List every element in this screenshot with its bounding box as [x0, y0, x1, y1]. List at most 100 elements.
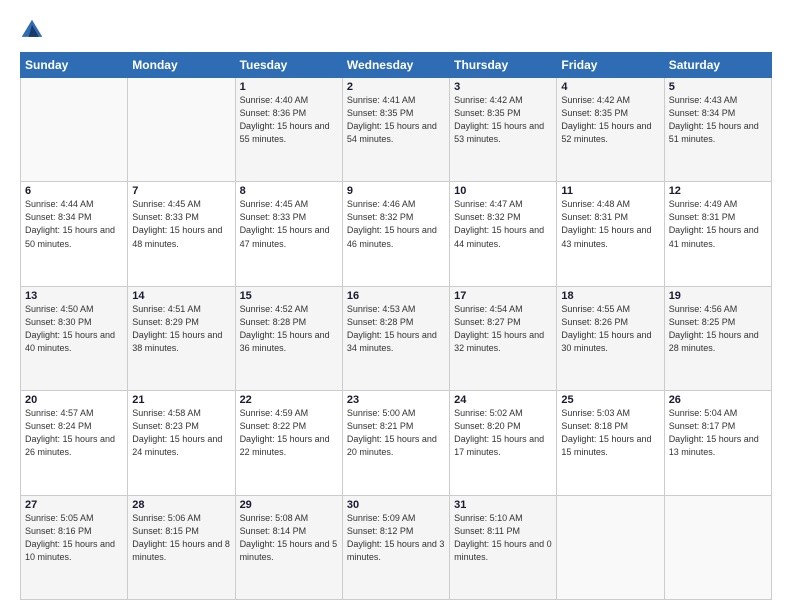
- day-info: Sunrise: 4:57 AMSunset: 8:24 PMDaylight:…: [25, 407, 123, 459]
- day-info: Sunrise: 5:09 AMSunset: 8:12 PMDaylight:…: [347, 512, 445, 564]
- day-info: Sunrise: 4:42 AMSunset: 8:35 PMDaylight:…: [561, 94, 659, 146]
- calendar-cell: 24Sunrise: 5:02 AMSunset: 8:20 PMDayligh…: [450, 391, 557, 495]
- day-info: Sunrise: 4:42 AMSunset: 8:35 PMDaylight:…: [454, 94, 552, 146]
- weekday-header-thursday: Thursday: [450, 53, 557, 78]
- calendar-week-4: 20Sunrise: 4:57 AMSunset: 8:24 PMDayligh…: [21, 391, 772, 495]
- calendar-week-3: 13Sunrise: 4:50 AMSunset: 8:30 PMDayligh…: [21, 286, 772, 390]
- logo-icon: [20, 18, 44, 42]
- day-info: Sunrise: 4:45 AMSunset: 8:33 PMDaylight:…: [132, 198, 230, 250]
- day-info: Sunrise: 4:44 AMSunset: 8:34 PMDaylight:…: [25, 198, 123, 250]
- day-info: Sunrise: 5:04 AMSunset: 8:17 PMDaylight:…: [669, 407, 767, 459]
- day-number: 6: [25, 185, 123, 197]
- header: [20, 18, 772, 42]
- calendar-cell: 21Sunrise: 4:58 AMSunset: 8:23 PMDayligh…: [128, 391, 235, 495]
- calendar-cell: 6Sunrise: 4:44 AMSunset: 8:34 PMDaylight…: [21, 182, 128, 286]
- calendar-cell: 9Sunrise: 4:46 AMSunset: 8:32 PMDaylight…: [342, 182, 449, 286]
- day-info: Sunrise: 4:58 AMSunset: 8:23 PMDaylight:…: [132, 407, 230, 459]
- day-number: 29: [240, 499, 338, 511]
- calendar-cell: 1Sunrise: 4:40 AMSunset: 8:36 PMDaylight…: [235, 78, 342, 182]
- calendar-cell: 31Sunrise: 5:10 AMSunset: 8:11 PMDayligh…: [450, 495, 557, 599]
- day-info: Sunrise: 4:46 AMSunset: 8:32 PMDaylight:…: [347, 198, 445, 250]
- day-info: Sunrise: 5:03 AMSunset: 8:18 PMDaylight:…: [561, 407, 659, 459]
- calendar-cell: 20Sunrise: 4:57 AMSunset: 8:24 PMDayligh…: [21, 391, 128, 495]
- calendar-cell: 22Sunrise: 4:59 AMSunset: 8:22 PMDayligh…: [235, 391, 342, 495]
- calendar-cell: 4Sunrise: 4:42 AMSunset: 8:35 PMDaylight…: [557, 78, 664, 182]
- day-info: Sunrise: 4:53 AMSunset: 8:28 PMDaylight:…: [347, 303, 445, 355]
- day-info: Sunrise: 4:51 AMSunset: 8:29 PMDaylight:…: [132, 303, 230, 355]
- day-number: 26: [669, 394, 767, 406]
- calendar-cell: [21, 78, 128, 182]
- day-number: 17: [454, 290, 552, 302]
- calendar-cell: 26Sunrise: 5:04 AMSunset: 8:17 PMDayligh…: [664, 391, 771, 495]
- weekday-header-saturday: Saturday: [664, 53, 771, 78]
- day-number: 30: [347, 499, 445, 511]
- day-number: 21: [132, 394, 230, 406]
- day-info: Sunrise: 4:43 AMSunset: 8:34 PMDaylight:…: [669, 94, 767, 146]
- calendar-page: SundayMondayTuesdayWednesdayThursdayFrid…: [0, 0, 792, 612]
- logo: [20, 18, 48, 42]
- calendar-cell: 10Sunrise: 4:47 AMSunset: 8:32 PMDayligh…: [450, 182, 557, 286]
- day-info: Sunrise: 5:00 AMSunset: 8:21 PMDaylight:…: [347, 407, 445, 459]
- day-number: 22: [240, 394, 338, 406]
- day-number: 9: [347, 185, 445, 197]
- day-number: 1: [240, 81, 338, 93]
- calendar-cell: 12Sunrise: 4:49 AMSunset: 8:31 PMDayligh…: [664, 182, 771, 286]
- calendar-cell: 30Sunrise: 5:09 AMSunset: 8:12 PMDayligh…: [342, 495, 449, 599]
- day-info: Sunrise: 4:52 AMSunset: 8:28 PMDaylight:…: [240, 303, 338, 355]
- day-number: 15: [240, 290, 338, 302]
- day-info: Sunrise: 4:59 AMSunset: 8:22 PMDaylight:…: [240, 407, 338, 459]
- day-number: 3: [454, 81, 552, 93]
- day-number: 20: [25, 394, 123, 406]
- day-number: 25: [561, 394, 659, 406]
- day-info: Sunrise: 4:49 AMSunset: 8:31 PMDaylight:…: [669, 198, 767, 250]
- day-info: Sunrise: 4:40 AMSunset: 8:36 PMDaylight:…: [240, 94, 338, 146]
- day-number: 24: [454, 394, 552, 406]
- calendar-cell: 2Sunrise: 4:41 AMSunset: 8:35 PMDaylight…: [342, 78, 449, 182]
- calendar-cell: 5Sunrise: 4:43 AMSunset: 8:34 PMDaylight…: [664, 78, 771, 182]
- weekday-header-tuesday: Tuesday: [235, 53, 342, 78]
- calendar-cell: 14Sunrise: 4:51 AMSunset: 8:29 PMDayligh…: [128, 286, 235, 390]
- day-number: 11: [561, 185, 659, 197]
- day-number: 2: [347, 81, 445, 93]
- day-info: Sunrise: 4:50 AMSunset: 8:30 PMDaylight:…: [25, 303, 123, 355]
- calendar-cell: 13Sunrise: 4:50 AMSunset: 8:30 PMDayligh…: [21, 286, 128, 390]
- day-info: Sunrise: 4:41 AMSunset: 8:35 PMDaylight:…: [347, 94, 445, 146]
- weekday-header-wednesday: Wednesday: [342, 53, 449, 78]
- day-number: 10: [454, 185, 552, 197]
- day-number: 16: [347, 290, 445, 302]
- weekday-header-monday: Monday: [128, 53, 235, 78]
- day-number: 5: [669, 81, 767, 93]
- day-info: Sunrise: 5:02 AMSunset: 8:20 PMDaylight:…: [454, 407, 552, 459]
- weekday-header-sunday: Sunday: [21, 53, 128, 78]
- calendar-cell: 17Sunrise: 4:54 AMSunset: 8:27 PMDayligh…: [450, 286, 557, 390]
- day-number: 14: [132, 290, 230, 302]
- calendar-cell: 11Sunrise: 4:48 AMSunset: 8:31 PMDayligh…: [557, 182, 664, 286]
- day-number: 12: [669, 185, 767, 197]
- day-info: Sunrise: 4:56 AMSunset: 8:25 PMDaylight:…: [669, 303, 767, 355]
- calendar-cell: 15Sunrise: 4:52 AMSunset: 8:28 PMDayligh…: [235, 286, 342, 390]
- day-info: Sunrise: 4:45 AMSunset: 8:33 PMDaylight:…: [240, 198, 338, 250]
- day-info: Sunrise: 5:06 AMSunset: 8:15 PMDaylight:…: [132, 512, 230, 564]
- day-number: 23: [347, 394, 445, 406]
- calendar-cell: 7Sunrise: 4:45 AMSunset: 8:33 PMDaylight…: [128, 182, 235, 286]
- calendar-cell: [128, 78, 235, 182]
- day-number: 28: [132, 499, 230, 511]
- calendar-cell: 25Sunrise: 5:03 AMSunset: 8:18 PMDayligh…: [557, 391, 664, 495]
- day-number: 7: [132, 185, 230, 197]
- day-number: 8: [240, 185, 338, 197]
- calendar-cell: [557, 495, 664, 599]
- calendar-week-1: 1Sunrise: 4:40 AMSunset: 8:36 PMDaylight…: [21, 78, 772, 182]
- calendar-week-5: 27Sunrise: 5:05 AMSunset: 8:16 PMDayligh…: [21, 495, 772, 599]
- calendar-cell: 19Sunrise: 4:56 AMSunset: 8:25 PMDayligh…: [664, 286, 771, 390]
- weekday-header-friday: Friday: [557, 53, 664, 78]
- day-info: Sunrise: 5:05 AMSunset: 8:16 PMDaylight:…: [25, 512, 123, 564]
- day-number: 19: [669, 290, 767, 302]
- calendar-cell: 18Sunrise: 4:55 AMSunset: 8:26 PMDayligh…: [557, 286, 664, 390]
- day-info: Sunrise: 4:55 AMSunset: 8:26 PMDaylight:…: [561, 303, 659, 355]
- calendar-cell: 27Sunrise: 5:05 AMSunset: 8:16 PMDayligh…: [21, 495, 128, 599]
- day-info: Sunrise: 5:08 AMSunset: 8:14 PMDaylight:…: [240, 512, 338, 564]
- day-info: Sunrise: 5:10 AMSunset: 8:11 PMDaylight:…: [454, 512, 552, 564]
- calendar-cell: 29Sunrise: 5:08 AMSunset: 8:14 PMDayligh…: [235, 495, 342, 599]
- day-info: Sunrise: 4:48 AMSunset: 8:31 PMDaylight:…: [561, 198, 659, 250]
- day-number: 31: [454, 499, 552, 511]
